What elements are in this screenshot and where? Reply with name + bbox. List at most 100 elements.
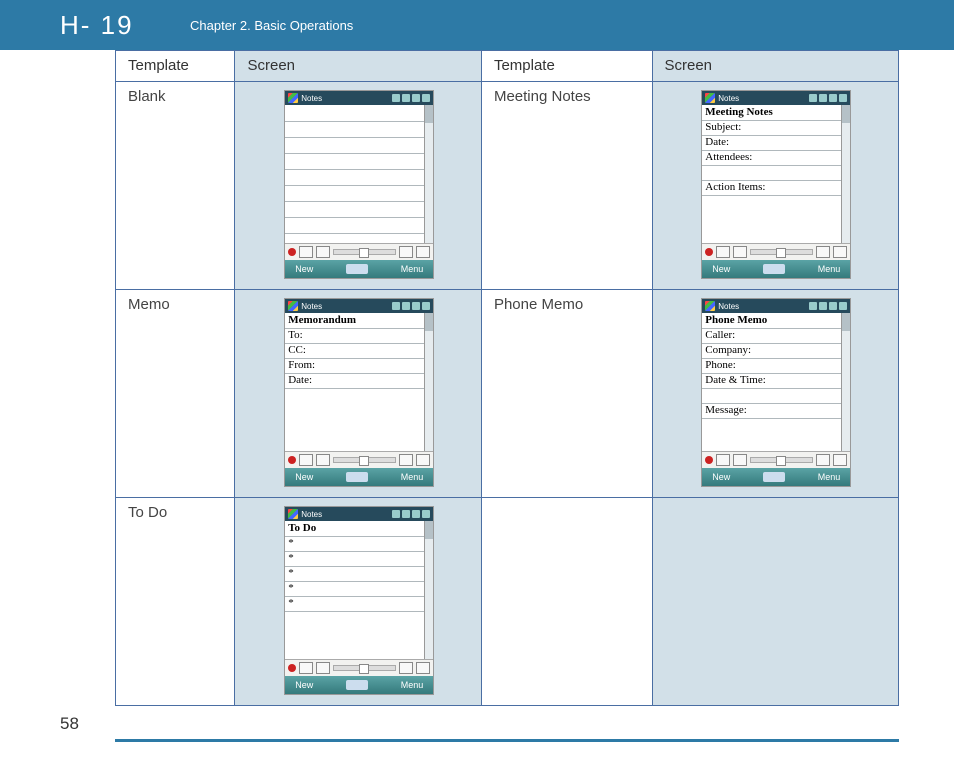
softkey-new[interactable]: New (712, 264, 730, 274)
note-text: Phone MemoCaller:Company:Phone:Date & Ti… (705, 313, 840, 418)
record-toolbar (285, 659, 433, 676)
record-toolbar (285, 451, 433, 468)
note-text: Meeting NotesSubject:Date:Attendees: Act… (705, 105, 840, 195)
softkey-bar: New Menu (285, 260, 433, 278)
page-number: 58 (60, 714, 79, 734)
rew-button[interactable] (816, 454, 830, 466)
template-meeting-notes: Meeting Notes (481, 82, 652, 290)
phone-mock: NotesMemorandumTo:CC:From:Date:NewMenu (284, 298, 434, 487)
softkey-new[interactable]: New (295, 264, 313, 274)
scrollbar[interactable] (424, 105, 433, 243)
record-toolbar (702, 243, 850, 260)
stop-button[interactable] (716, 454, 730, 466)
keyboard-icon[interactable] (346, 264, 368, 274)
softkey-menu[interactable]: Menu (401, 264, 424, 274)
template-table: Template Screen Template Screen Blank No… (115, 50, 899, 706)
phone-mock: Notes New Menu (284, 90, 434, 279)
softkey-menu[interactable]: Menu (401, 680, 424, 690)
phone-topbar: Notes (702, 91, 850, 105)
col-screen-2: Screen (652, 51, 899, 82)
phone-topbar: Notes (702, 299, 850, 313)
status-icons (392, 510, 430, 518)
play-button[interactable] (316, 246, 330, 258)
record-toolbar (702, 451, 850, 468)
keyboard-icon[interactable] (763, 472, 785, 482)
play-button[interactable] (316, 454, 330, 466)
scrollbar[interactable] (841, 313, 850, 451)
seek-slider[interactable] (333, 457, 396, 463)
template-blank: Blank (116, 82, 235, 290)
windows-icon (288, 93, 298, 103)
screen-to-do: NotesTo Do***** New Menu (235, 498, 481, 706)
app-title: Notes (718, 302, 806, 311)
rew-button[interactable] (399, 246, 413, 258)
windows-icon (288, 509, 298, 519)
play-button[interactable] (733, 246, 747, 258)
scrollbar[interactable] (841, 105, 850, 243)
note-canvas: MemorandumTo:CC:From:Date: (285, 313, 433, 451)
softkey-menu[interactable]: Menu (818, 472, 841, 482)
ffwd-button[interactable] (416, 454, 430, 466)
softkey-bar: New Menu (285, 468, 433, 486)
ffwd-button[interactable] (416, 246, 430, 258)
softkey-menu[interactable]: Menu (818, 264, 841, 274)
record-icon[interactable] (288, 456, 296, 464)
screen-blank: Notes New Menu (235, 82, 481, 290)
softkey-new[interactable]: New (295, 680, 313, 690)
windows-icon (705, 301, 715, 311)
screen-memo: NotesMemorandumTo:CC:From:Date:NewMenu (235, 290, 481, 498)
screen-empty (652, 498, 899, 706)
record-icon[interactable] (288, 664, 296, 672)
scrollbar[interactable] (424, 313, 433, 451)
record-icon[interactable] (705, 456, 713, 464)
phone-topbar: Notes (285, 91, 433, 105)
play-button[interactable] (316, 662, 330, 674)
col-template-1: Template (116, 51, 235, 82)
note-canvas (285, 105, 433, 243)
keyboard-icon[interactable] (346, 472, 368, 482)
ffwd-button[interactable] (416, 662, 430, 674)
app-title: Notes (718, 94, 806, 103)
stop-button[interactable] (716, 246, 730, 258)
play-button[interactable] (733, 454, 747, 466)
col-template-2: Template (481, 51, 652, 82)
rew-button[interactable] (816, 246, 830, 258)
record-toolbar (285, 243, 433, 260)
app-title: Notes (301, 94, 389, 103)
note-canvas: Meeting NotesSubject:Date:Attendees: Act… (702, 105, 850, 243)
keyboard-icon[interactable] (763, 264, 785, 274)
status-icons (809, 302, 847, 310)
ffwd-button[interactable] (833, 454, 847, 466)
keyboard-icon[interactable] (346, 680, 368, 690)
windows-icon (288, 301, 298, 311)
scrollbar[interactable] (424, 521, 433, 659)
note-text: To Do***** (288, 521, 423, 611)
template-phone-memo: Phone Memo (481, 290, 652, 498)
softkey-menu[interactable]: Menu (401, 472, 424, 482)
rew-button[interactable] (399, 454, 413, 466)
stop-button[interactable] (299, 454, 313, 466)
phone-mock: Notes Phone MemoCaller:Company:Phone:Date… (701, 298, 851, 487)
page-header: H- 19 Chapter 2. Basic Operations (0, 0, 954, 50)
phone-topbar: Notes (285, 507, 433, 521)
seek-slider[interactable] (750, 249, 813, 255)
record-icon[interactable] (288, 248, 296, 256)
note-canvas: To Do***** (285, 521, 433, 659)
record-icon[interactable] (705, 248, 713, 256)
ffwd-button[interactable] (833, 246, 847, 258)
softkey-new[interactable]: New (712, 472, 730, 482)
status-icons (392, 94, 430, 102)
seek-slider[interactable] (333, 665, 396, 671)
softkey-new[interactable]: New (295, 472, 313, 482)
screen-meeting-notes: Notes Meeting NotesSubject:Date:Attendees… (652, 82, 899, 290)
status-icons (809, 94, 847, 102)
stop-button[interactable] (299, 662, 313, 674)
seek-slider[interactable] (750, 457, 813, 463)
footer-rule (115, 739, 899, 742)
windows-icon (705, 93, 715, 103)
note-text: MemorandumTo:CC:From:Date: (288, 313, 423, 388)
stop-button[interactable] (299, 246, 313, 258)
seek-slider[interactable] (333, 249, 396, 255)
softkey-bar: New Menu (702, 260, 850, 278)
rew-button[interactable] (399, 662, 413, 674)
